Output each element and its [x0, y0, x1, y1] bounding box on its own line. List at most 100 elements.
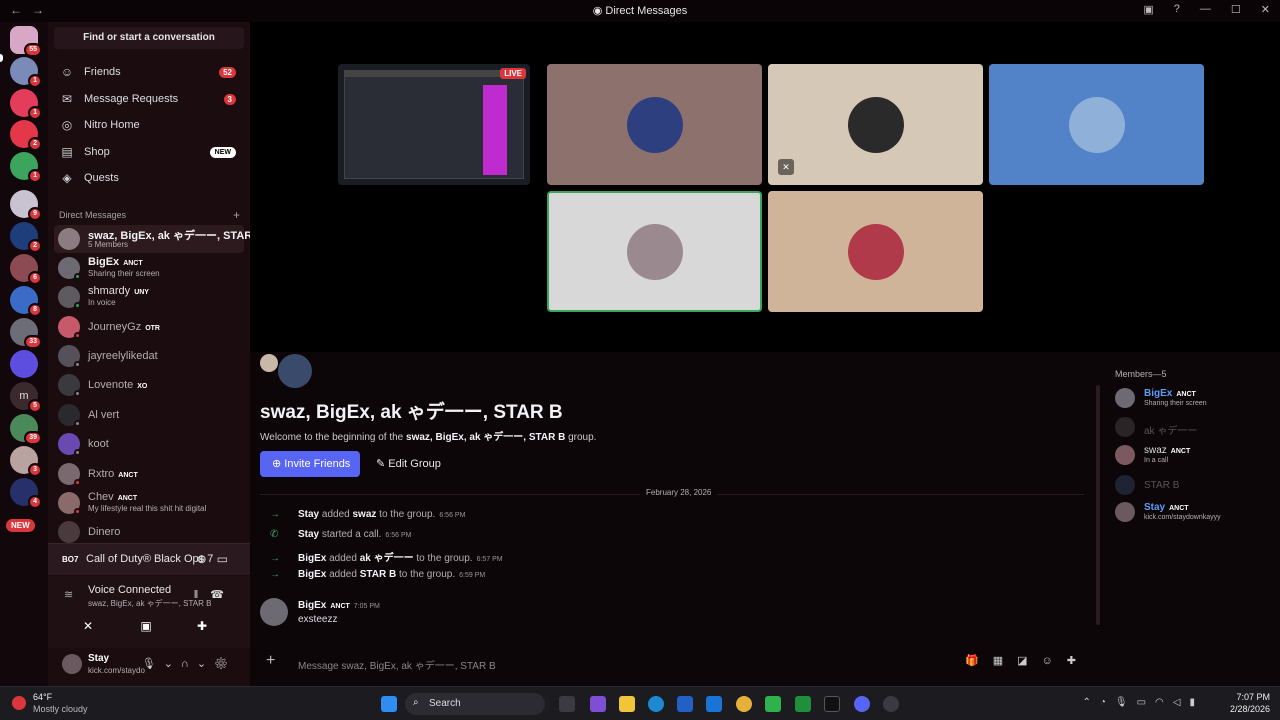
maximize-icon[interactable]: ☐ [1231, 3, 1241, 16]
server-icon[interactable]: 39 [10, 414, 42, 445]
windows-start-icon[interactable] [381, 696, 397, 712]
nav-friends[interactable]: ☺ Friends 52 [54, 60, 244, 84]
taskbar-search[interactable]: ⌕ Search [405, 693, 545, 715]
network-icon[interactable]: ◔ [1100, 697, 1115, 708]
dm-item-bigex[interactable]: BigEx ANCT Sharing their screen [54, 254, 244, 282]
dm-item-al-vert[interactable]: Al vert [54, 401, 244, 429]
participant-tile[interactable] [768, 191, 983, 312]
participant-tile[interactable]: ✕ [768, 64, 983, 185]
dm-item-group[interactable]: swaz, BigEx, ak ゃデ一ー, STAR B 5 Members [54, 225, 263, 253]
server-icon[interactable]: 2 [10, 222, 42, 253]
nav-quests[interactable]: ◈ Quests [54, 166, 244, 190]
wifi-icon[interactable]: ◠ [1155, 697, 1173, 708]
server-icon[interactable] [10, 350, 38, 378]
server-icon[interactable]: 55 [10, 26, 42, 57]
invite-friends-button[interactable]: ⊕ Invite Friends [260, 451, 360, 477]
system-target[interactable]: STAR B [360, 569, 396, 580]
call-of-duty-icon[interactable] [824, 696, 840, 712]
gif-icon[interactable]: ▦ [993, 655, 1017, 667]
close-icon[interactable]: ✕ [1261, 3, 1270, 16]
chevron-up-icon[interactable]: ⌃ [1082, 697, 1099, 708]
composer-placeholder[interactable]: Message swaz, BigEx, ak ゃデ一ー, STAR B [298, 657, 496, 672]
dm-item-jayreelylikedat[interactable]: jayreelylikedat [54, 342, 244, 370]
activities-button[interactable]: ✚ [182, 615, 222, 637]
dm-item-journeygz[interactable]: JourneyGz OTR [54, 313, 244, 341]
file-explorer-icon[interactable] [619, 696, 635, 712]
participant-tile[interactable] [547, 64, 762, 185]
stream-tile[interactable]: LIVE [338, 64, 530, 185]
sticker-icon[interactable]: ◪ [1017, 655, 1041, 667]
dm-item-dinero[interactable]: Dinero [54, 518, 244, 546]
apps-icon[interactable]: ✚ [1067, 655, 1090, 667]
app-icon[interactable] [883, 696, 899, 712]
noise-suppression-icon[interactable]: ‖ [194, 589, 211, 601]
message-author[interactable]: BigEx [298, 600, 326, 611]
help-icon[interactable]: ? [1174, 3, 1180, 16]
server-icon[interactable]: 6 [10, 254, 42, 285]
member-item[interactable]: ak ゃデ一ー [1115, 415, 1275, 443]
camera-off-button[interactable]: ✕ [68, 615, 108, 637]
inbox-icon[interactable]: ▣ [1143, 3, 1153, 16]
system-actor[interactable]: BigEx [298, 553, 326, 564]
system-actor[interactable]: Stay [298, 509, 319, 520]
copilot-icon[interactable] [590, 696, 606, 712]
find-conversation-button[interactable]: Find or start a conversation [54, 27, 244, 49]
username[interactable]: Stay [88, 653, 109, 664]
gift-icon[interactable]: 🎁 [965, 655, 993, 667]
edit-group-button[interactable]: ✎ Edit Group [370, 451, 450, 477]
server-icon[interactable]: 1 [10, 152, 42, 183]
member-item[interactable]: STAR B [1115, 473, 1275, 501]
message-composer[interactable]: + Message swaz, BigEx, ak ゃデ一ー, STAR B 🎁… [260, 649, 1090, 677]
system-actor[interactable]: BigEx [298, 569, 326, 580]
server-icon[interactable]: 2 [10, 120, 42, 151]
dm-item-rxtro[interactable]: Rxtro ANCT [54, 460, 244, 488]
add-friend-icon[interactable]: ⊕ [197, 552, 217, 566]
server-icon[interactable]: 33 [10, 318, 42, 349]
system-tray[interactable]: ⌃◔🎙▭◠◁▮ [1082, 697, 1204, 708]
new-badge[interactable]: NEW [6, 519, 35, 532]
dm-item-shmardy[interactable]: shmardy UNY In voice [54, 283, 244, 311]
discord-taskbar-icon[interactable] [854, 696, 870, 712]
add-attachment-icon[interactable]: + [266, 652, 275, 670]
microphone-icon[interactable]: 🎙 [1115, 697, 1137, 708]
volume-icon[interactable]: ◁ [1173, 697, 1190, 708]
system-actor[interactable]: Stay [298, 529, 319, 540]
outlook-icon[interactable] [706, 696, 722, 712]
chrome-icon[interactable] [736, 696, 752, 712]
display-icon[interactable]: ▭ [1137, 697, 1155, 708]
server-icon[interactable]: 9 [10, 190, 42, 221]
game-activity-panel[interactable]: BO7 Call of Duty® Black Ops 7 ⊕▭ [48, 543, 250, 575]
server-icon[interactable]: 8 [10, 286, 42, 317]
chevron-down-icon[interactable]: ⌄ [197, 658, 214, 670]
system-target[interactable]: ak ゃデ一ー [360, 553, 414, 564]
microphone-icon[interactable]: 🎙 [142, 658, 164, 670]
member-item[interactable]: BigEx ANCT Sharing their screen [1115, 386, 1275, 414]
nav-message-requests[interactable]: ✉ Message Requests 3 [54, 87, 244, 111]
member-item[interactable]: Stay ANCT kick.com/staydownkayyy [1115, 500, 1275, 528]
screen-share-button[interactable]: ▣ [126, 615, 166, 637]
server-icon[interactable]: 1 [10, 57, 42, 88]
minimize-icon[interactable]: — [1200, 3, 1211, 16]
store-icon[interactable] [677, 696, 693, 712]
task-view-icon[interactable] [559, 696, 575, 712]
server-icon[interactable]: m5 [10, 382, 42, 413]
headphones-icon[interactable]: ∩ [181, 658, 197, 670]
participant-tile[interactable] [989, 64, 1204, 185]
participant-tile-speaking[interactable] [547, 191, 762, 312]
member-item[interactable]: swaz ANCT In a call [1115, 443, 1275, 471]
dm-item-chev[interactable]: Chev ANCT My lifestyle real this shit hit… [54, 489, 244, 517]
nav-shop[interactable]: ▤ Shop NEW [54, 140, 244, 164]
disconnect-icon[interactable]: ☎ [210, 589, 236, 601]
system-target[interactable]: swaz [353, 509, 377, 520]
avatar[interactable] [260, 598, 288, 626]
xbox-icon[interactable] [795, 696, 811, 712]
stream-icon[interactable]: ▭ [217, 552, 238, 566]
server-icon[interactable]: 4 [10, 478, 42, 509]
voice-status[interactable]: Voice Connected [88, 584, 171, 596]
create-dm-icon[interactable]: + [233, 208, 240, 222]
server-icon[interactable]: 3 [10, 446, 42, 477]
chevron-down-icon[interactable]: ⌄ [164, 658, 181, 670]
dm-item-koot[interactable]: koot [54, 430, 244, 458]
server-icon[interactable]: 1 [10, 89, 42, 120]
app-icon[interactable] [765, 696, 781, 712]
